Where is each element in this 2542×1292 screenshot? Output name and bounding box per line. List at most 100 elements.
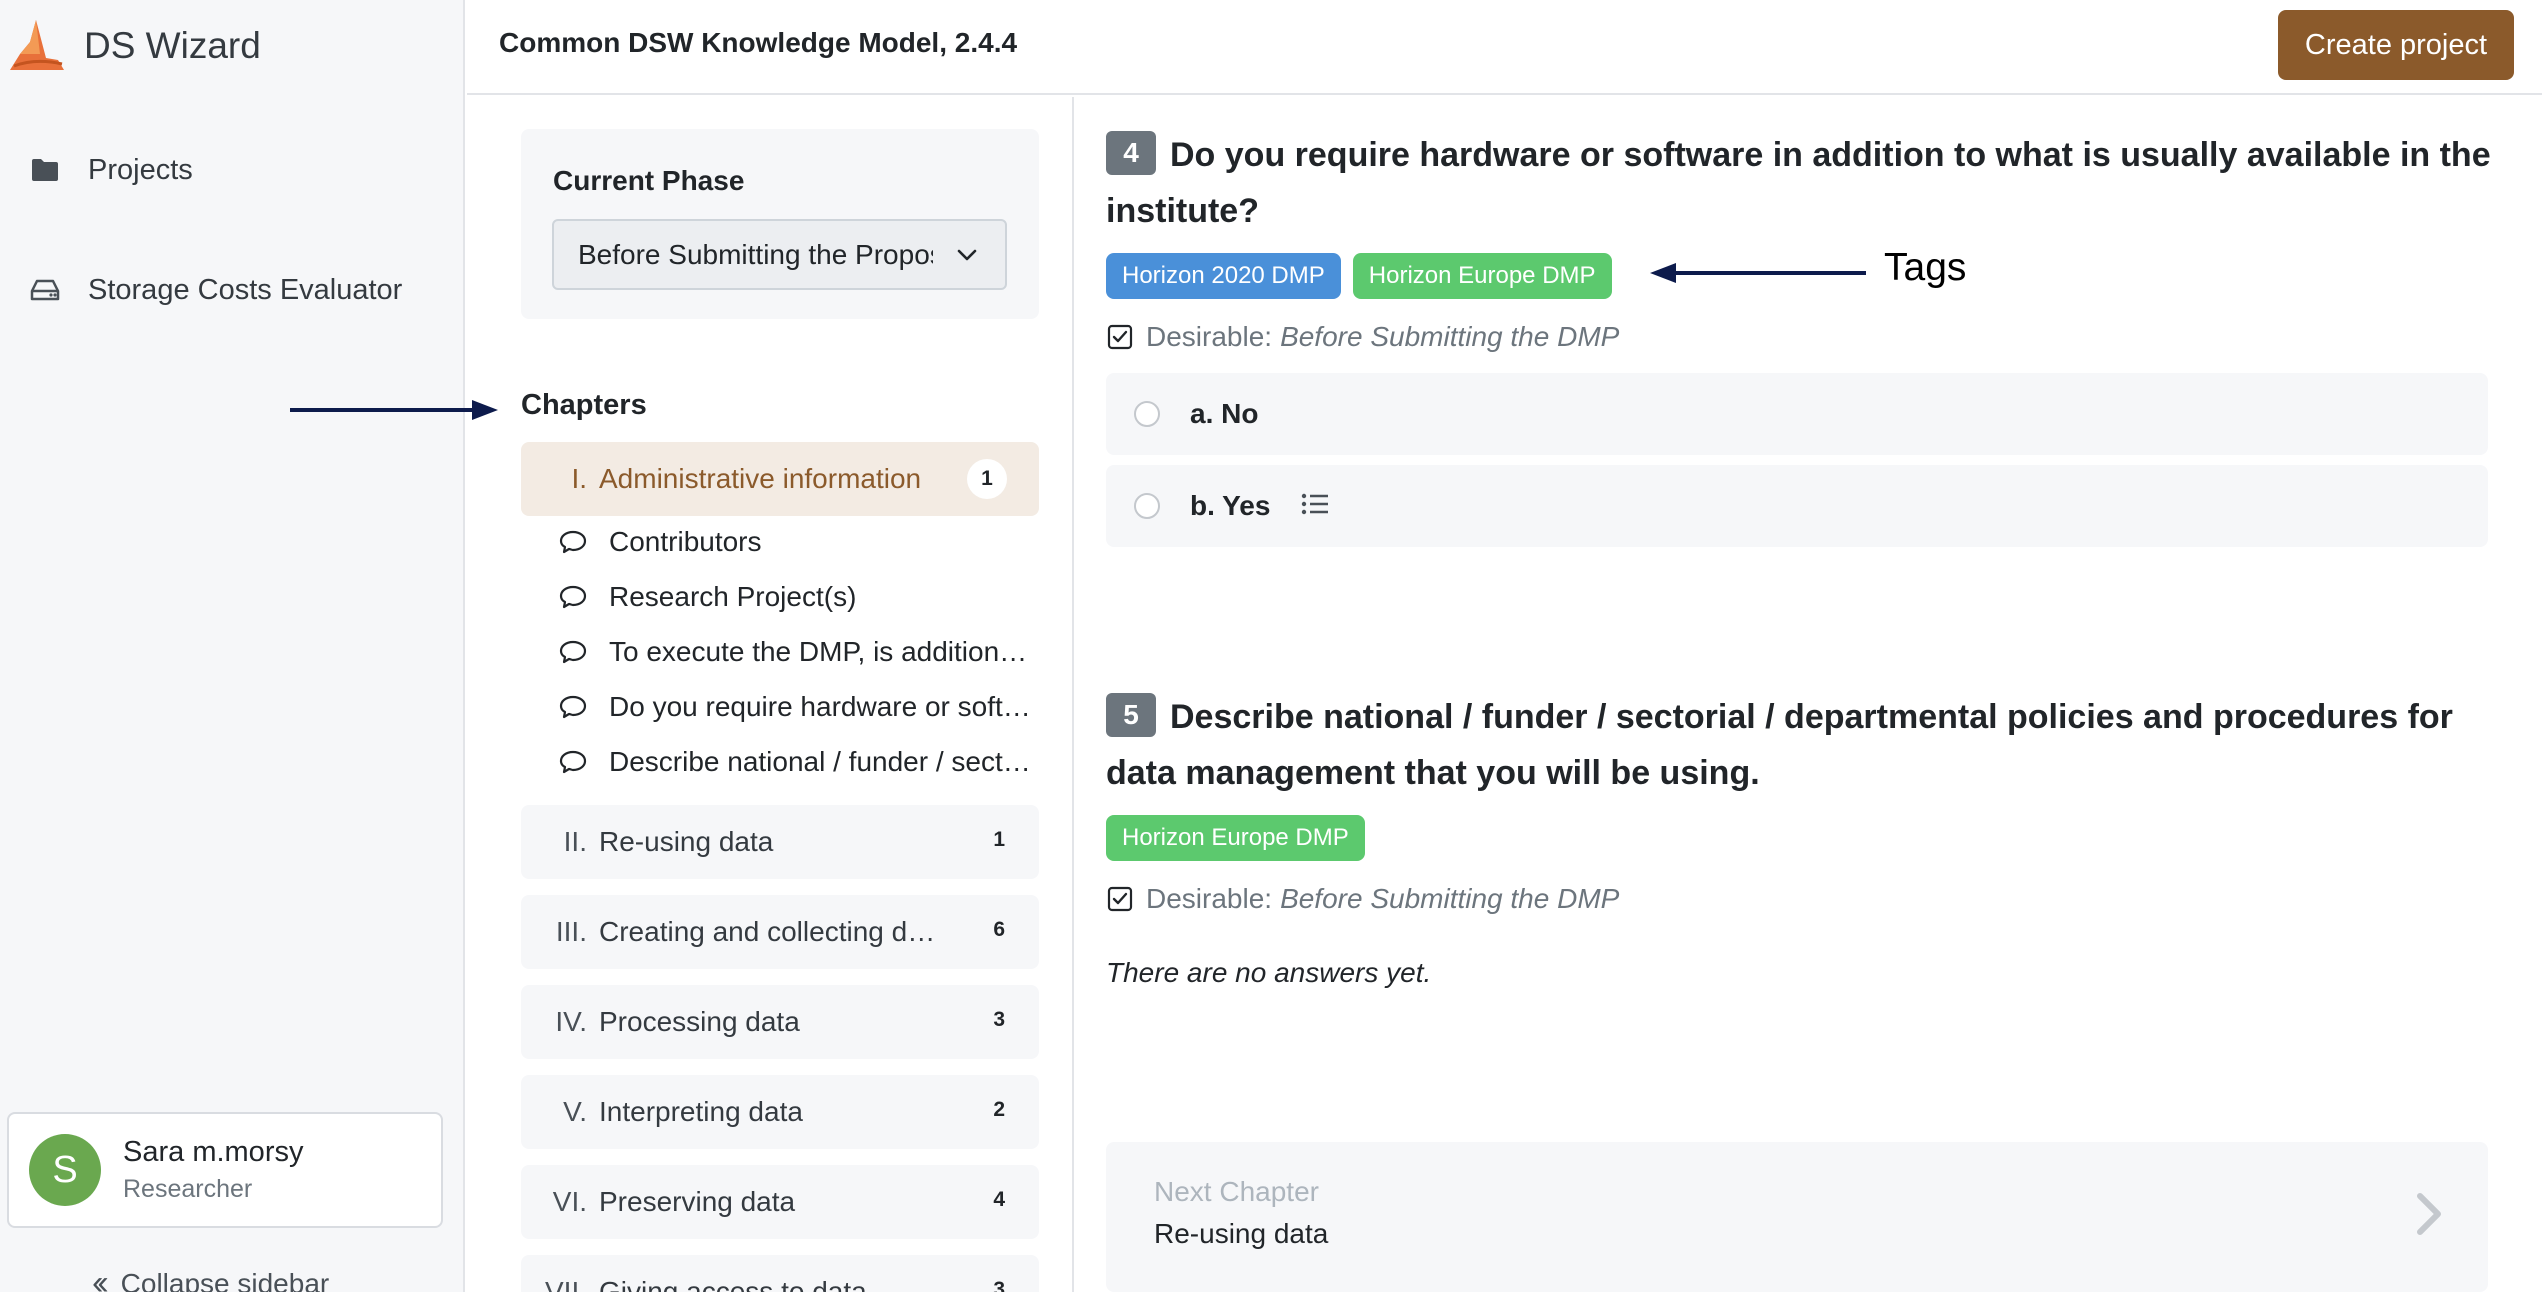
current-phase-box: Current Phase Before Submitting the Prop…: [521, 129, 1039, 319]
wizard-hat-logo-icon: [6, 14, 68, 79]
chevron-right-icon: [2414, 1192, 2444, 1241]
chapter-item-6[interactable]: VI. Preserving data 4: [521, 1165, 1039, 1239]
chapter-number: IV.: [555, 1006, 587, 1037]
answer-option-yes[interactable]: b. Yes: [1106, 465, 2488, 547]
chapter-title: Interpreting data: [599, 1096, 803, 1127]
chapter-number: III.: [555, 916, 587, 947]
question-heading: 4 Do you require hardware or software in …: [1106, 127, 2496, 239]
desirable-label: Desirable:: [1146, 883, 1273, 914]
tag-badge: Horizon Europe DMP: [1352, 253, 1612, 299]
desirable-label: Desirable:: [1146, 321, 1273, 352]
chapter-count: 6: [993, 918, 1005, 941]
chapter-count: 3: [993, 1278, 1005, 1292]
answer-label: b. Yes: [1190, 490, 1271, 521]
chapter-count: 4: [993, 1188, 1005, 1211]
question-link-label: Research Project(s): [609, 581, 857, 612]
collapse-sidebar-button[interactable]: ‹‹ Collapse sidebar: [92, 1264, 329, 1292]
chapter-item-1[interactable]: I. Administrative information 1: [521, 442, 1039, 516]
double-chevron-left-icon: ‹‹: [92, 1264, 108, 1292]
chapter-title: Processing data: [599, 1006, 800, 1037]
question-heading: 5 Describe national / funder / sectorial …: [1106, 689, 2496, 801]
checkbox-checked-icon: [1107, 324, 1133, 350]
chapters-panel: Current Phase Before Submitting the Prop…: [467, 97, 1074, 1292]
chapter-number: II.: [563, 826, 587, 857]
chevron-down-icon: [955, 243, 979, 272]
chapters-heading: Chapters: [521, 389, 647, 421]
nav-storage-costs-evaluator[interactable]: Storage Costs Evaluator: [28, 273, 402, 307]
question-text: Describe national / funder / sectorial /…: [1106, 698, 2453, 792]
chapter-count: 1: [993, 828, 1005, 851]
desirable-phase: Desirable: Before Submitting the DMP: [1106, 883, 2496, 915]
annotation-arrow-tags: [1650, 263, 1866, 283]
question-link-label: Do you require hardware or software in a…: [609, 691, 1041, 722]
chapter-number: V.: [563, 1096, 587, 1127]
annotation-arrow-chapters: [290, 400, 498, 420]
chapter-item-7[interactable]: VII. Giving access to data 3: [521, 1255, 1039, 1292]
checkbox-checked-icon: [1107, 886, 1133, 912]
radio-button[interactable]: [1134, 401, 1160, 427]
answer-option-no[interactable]: a. No: [1106, 373, 2488, 455]
question-text: Do you require hardware or software in a…: [1106, 136, 2491, 230]
comment-icon: [559, 582, 589, 612]
chapter-title: Creating and collecting data: [599, 916, 939, 947]
phase-select-value: Before Submitting the Proposal: [578, 238, 933, 270]
chapter-number: I.: [571, 463, 587, 494]
app-sidebar: DS Wizard Projects Storage Costs Evaluat…: [0, 0, 465, 1292]
question-link[interactable]: Contributors: [559, 526, 1041, 558]
tag-badge: Horizon Europe DMP: [1106, 815, 1365, 861]
chapter-count: 2: [993, 1098, 1005, 1121]
next-chapter-button[interactable]: Next Chapter Re-using data: [1106, 1142, 2488, 1292]
user-name: Sara m.morsy: [123, 1136, 304, 1168]
current-phase-label: Current Phase: [553, 165, 745, 196]
top-header: Common DSW Knowledge Model, 2.4.4 Create…: [467, 0, 2542, 95]
brand-name: DS Wizard: [84, 25, 261, 66]
chapter-count-badge: 1: [967, 459, 1007, 499]
next-chapter-label: Next Chapter: [1154, 1176, 1319, 1207]
chapter-title: Administrative information: [599, 463, 922, 494]
question-link-label: To execute the DMP, is additional specia…: [609, 636, 1041, 667]
question-link-label: Describe national / funder / sectorial /…: [609, 746, 1041, 777]
question-link[interactable]: Describe national / funder / sectorial /…: [559, 746, 1041, 778]
comment-icon: [559, 527, 589, 557]
chapter-item-3[interactable]: III. Creating and collecting data 6: [521, 895, 1039, 969]
question-link-label: Contributors: [609, 526, 762, 557]
chapter-title: Giving access to data: [599, 1276, 867, 1292]
tag-badge: Horizon 2020 DMP: [1106, 253, 1341, 299]
radio-button[interactable]: [1134, 493, 1160, 519]
question-link[interactable]: To execute the DMP, is additional specia…: [559, 636, 1041, 668]
chapter-number: VI.: [552, 1186, 587, 1217]
question-number-badge: 4: [1106, 131, 1156, 175]
knowledge-model-title: Common DSW Knowledge Model, 2.4.4: [499, 27, 1018, 58]
user-role: Researcher: [123, 1175, 253, 1203]
create-project-button[interactable]: Create project: [2278, 10, 2514, 80]
folder-icon: [28, 153, 62, 187]
user-menu[interactable]: S Sara m.morsy Researcher: [7, 1112, 443, 1228]
answer-label: a. No: [1190, 398, 1259, 429]
chapter-title: Re-using data: [599, 826, 774, 857]
chapter-title: Preserving data: [599, 1186, 796, 1217]
chapter-count: 3: [993, 1008, 1005, 1031]
question-number-badge: 5: [1106, 693, 1156, 737]
question-link[interactable]: Do you require hardware or software in a…: [559, 691, 1041, 723]
hard-drive-icon: [28, 273, 62, 307]
chapter-item-4[interactable]: IV. Processing data 3: [521, 985, 1039, 1059]
comment-icon: [559, 637, 589, 667]
comment-icon: [559, 692, 589, 722]
nav-storage-label: Storage Costs Evaluator: [88, 273, 403, 306]
nav-projects[interactable]: Projects: [28, 153, 193, 187]
brand[interactable]: DS Wizard: [6, 16, 261, 76]
phase-select[interactable]: Before Submitting the Proposal: [552, 219, 1007, 290]
chapter-item-5[interactable]: V. Interpreting data 2: [521, 1075, 1039, 1149]
no-answers-text: There are no answers yet.: [1106, 957, 1432, 988]
comment-icon: [559, 747, 589, 777]
question-link[interactable]: Research Project(s): [559, 581, 1041, 613]
chapter-item-2[interactable]: II. Re-using data 1: [521, 805, 1039, 879]
desirable-phase-name: Before Submitting the DMP: [1280, 883, 1620, 914]
question-5: 5 Describe national / funder / sectorial …: [1106, 689, 2496, 989]
desirable-phase: Desirable: Before Submitting the DMP: [1106, 321, 2496, 353]
list-icon: [1300, 491, 1330, 522]
question-4: 4 Do you require hardware or software in …: [1106, 127, 2496, 547]
avatar: S: [29, 1134, 101, 1206]
next-chapter-title: Re-using data: [1154, 1218, 1329, 1249]
annotation-tags-label: Tags: [1884, 246, 1967, 289]
